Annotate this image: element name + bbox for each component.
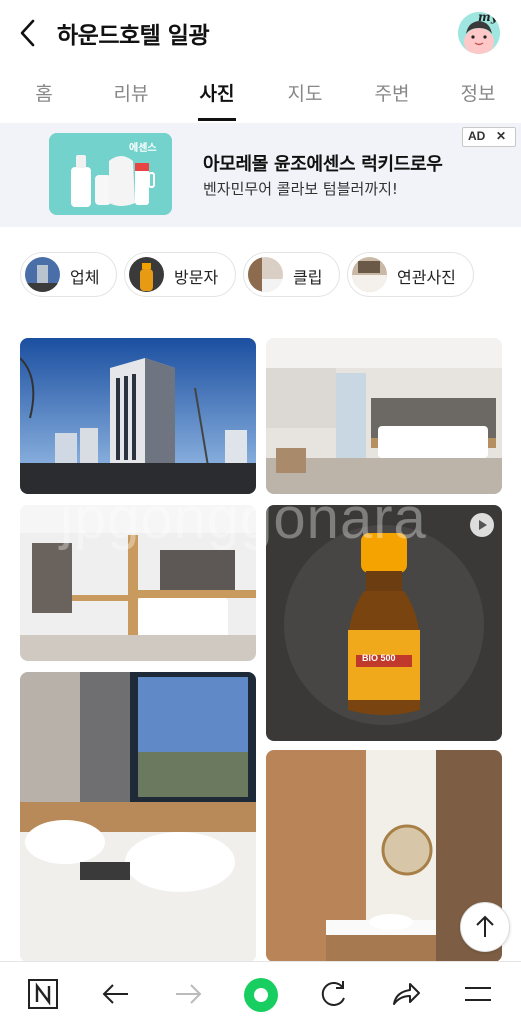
ad-banner[interactable]: 에센스 아모레몰 윤조에센스 럭키드로우 벤자민무어 콜라보 텀블러까지! AD… <box>0 123 521 227</box>
ad-label: AD <box>468 129 486 143</box>
ad-title[interactable]: 아모레몰 윤조에센스 럭키드로우 <box>203 150 443 176</box>
chip-business[interactable]: 업체 <box>20 252 117 297</box>
page-title: 하운드호텔 일광 <box>57 23 210 49</box>
tab-map[interactable]: 지도 <box>270 79 340 106</box>
chip-label: 업체 <box>70 268 100 287</box>
tab-bar: 홈 리뷰 사진 지도 주변 정보 <box>0 66 521 122</box>
refresh-icon[interactable] <box>315 976 351 1012</box>
ad-image-caption: 에센스 <box>129 143 157 154</box>
photo-filter-chips: 업체 방문자 클립 연관사진 <box>0 250 521 300</box>
tab-reviews[interactable]: 리뷰 <box>96 79 166 106</box>
chip-clip[interactable]: 클립 <box>243 252 340 297</box>
chip-thumb <box>25 257 60 292</box>
menu-icon[interactable] <box>460 976 496 1012</box>
photo-hotel-exterior[interactable] <box>20 338 256 494</box>
back-arrow-icon[interactable] <box>98 976 134 1012</box>
watermark: jpgonggonara <box>60 486 427 551</box>
play-icon[interactable] <box>470 513 494 537</box>
chip-thumb <box>129 257 164 292</box>
bottom-navigation-bar <box>0 961 521 1025</box>
chip-thumb <box>352 257 387 292</box>
chevron-left-icon[interactable] <box>16 18 40 48</box>
share-icon[interactable] <box>388 976 424 1012</box>
avatar-text: my <box>478 12 498 24</box>
header: 하운드호텔 일광 my <box>0 0 521 66</box>
home-green-icon[interactable] <box>242 976 278 1012</box>
ad-subtitle[interactable]: 벤자민무어 콜라보 텀블러까지! <box>203 178 398 199</box>
avatar[interactable]: my <box>458 12 500 54</box>
bottle-label: BIO 500 <box>362 653 396 663</box>
photo-double-room[interactable] <box>266 338 502 494</box>
chip-visitor[interactable]: 방문자 <box>124 252 236 297</box>
tab-nearby[interactable]: 주변 <box>357 79 427 106</box>
forward-arrow-icon[interactable] <box>170 976 206 1012</box>
naver-n-icon[interactable] <box>25 976 61 1012</box>
active-tab-indicator <box>198 118 236 121</box>
ad-badge[interactable]: AD ✕ <box>462 127 516 147</box>
ad-image[interactable]: 에센스 <box>49 133 172 215</box>
tab-photos[interactable]: 사진 <box>182 79 252 106</box>
chip-label: 방문자 <box>174 268 219 287</box>
scroll-to-top-button[interactable] <box>460 902 510 952</box>
chip-thumb <box>248 257 283 292</box>
tab-info[interactable]: 정보 <box>443 79 513 106</box>
chip-label: 연관사진 <box>397 268 456 287</box>
chip-label: 클립 <box>293 268 323 287</box>
photo-bed-window[interactable] <box>20 672 256 962</box>
close-icon[interactable]: ✕ <box>496 129 506 143</box>
tab-home[interactable]: 홈 <box>9 79 79 106</box>
chip-related-photos[interactable]: 연관사진 <box>347 252 474 297</box>
